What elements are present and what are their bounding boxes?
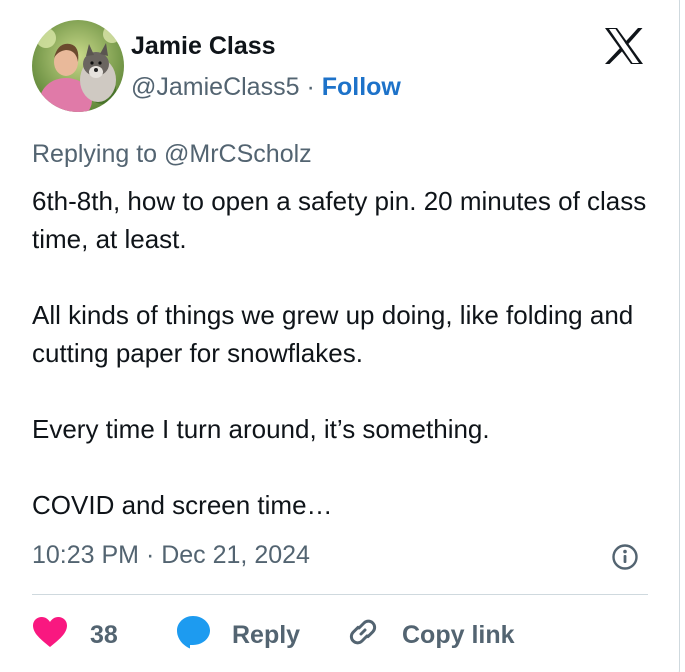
divider — [32, 594, 648, 595]
reply-label: Reply — [232, 621, 301, 649]
speech-bubble-icon — [176, 615, 212, 656]
separator-dot: · — [306, 73, 315, 101]
reply-mention-link[interactable]: @MrCScholz — [164, 140, 312, 168]
author-handle-row: @JamieClass5 · Follow — [131, 70, 401, 104]
like-count: 38 — [90, 621, 118, 649]
copy-link-button[interactable]: Copy link — [346, 612, 515, 658]
avatar-photo — [32, 20, 124, 112]
tweet-paragraph: All kinds of things we grew up doing, li… — [32, 300, 634, 368]
follow-button[interactable]: Follow — [322, 73, 401, 101]
tweet-paragraph: 6th-8th, how to open a safety pin. 20 mi… — [32, 186, 647, 254]
info-icon[interactable] — [611, 543, 639, 571]
tweet-timestamp[interactable]: 10:23 PM · Dec 21, 2024 — [32, 538, 310, 572]
link-icon — [346, 615, 380, 656]
reply-button[interactable]: Reply — [176, 612, 300, 658]
tweet-paragraph: COVID and screen time… — [32, 490, 333, 520]
replying-to: Replying to @MrCScholz — [32, 138, 312, 170]
tweet-text: 6th-8th, how to open a safety pin. 20 mi… — [32, 182, 652, 524]
copy-link-label: Copy link — [402, 621, 515, 649]
like-button[interactable]: 38 — [32, 612, 118, 658]
x-logo-icon[interactable] — [603, 27, 645, 65]
author-name[interactable]: Jamie Class — [131, 30, 276, 62]
replying-to-prefix: Replying to — [32, 140, 158, 168]
action-bar: 38 Reply Copy link — [32, 612, 652, 658]
tweet-paragraph: Every time I turn around, it’s something… — [32, 414, 490, 444]
author-handle[interactable]: @JamieClass5 — [131, 73, 299, 101]
avatar[interactable] — [32, 20, 124, 112]
heart-icon — [32, 616, 68, 655]
